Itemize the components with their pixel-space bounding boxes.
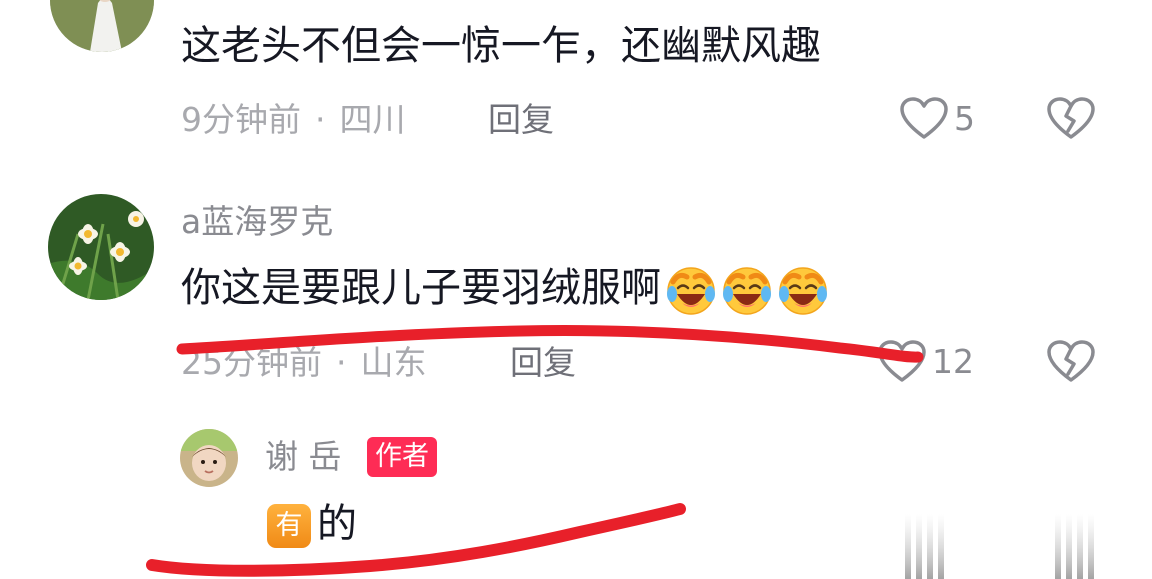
- dislike-button[interactable]: [1047, 97, 1095, 145]
- meta-separator: ·: [315, 100, 326, 139]
- heart-outline-icon: [878, 340, 926, 382]
- heart-outline-icon: [900, 97, 948, 139]
- like-button[interactable]: 5: [900, 97, 975, 141]
- avatar[interactable]: [180, 429, 238, 487]
- meta-separator: ·: [336, 343, 347, 382]
- broken-heart-icon: [1047, 340, 1095, 382]
- emoji-group: [661, 265, 829, 315]
- comment-text-content: 你这是要跟儿子要羽绒服啊: [181, 265, 661, 311]
- comment-text: 你这是要跟儿子要羽绒服啊: [181, 264, 829, 316]
- laughing-crying-emoji-3: [779, 267, 827, 315]
- like-button[interactable]: 12: [878, 340, 974, 384]
- comment-location: 四川: [339, 100, 406, 139]
- reply-username[interactable]: 谢 岳: [265, 437, 342, 477]
- scroll-shadow-decoration: [905, 514, 1094, 579]
- author-badge: 作者: [367, 437, 437, 477]
- broken-heart-icon: [1047, 97, 1095, 139]
- laughing-crying-emoji-1: [667, 267, 715, 315]
- comment-time: 25分钟前: [181, 343, 322, 382]
- daffodil-flower-avatar: [48, 194, 154, 300]
- comment-location: 山东: [360, 343, 427, 382]
- like-count: 5: [954, 99, 975, 138]
- comment-time: 9分钟前: [181, 100, 301, 139]
- like-count: 12: [932, 342, 974, 381]
- comment-meta: 9分钟前 · 四川: [181, 100, 406, 140]
- reply-button[interactable]: 回复: [510, 343, 576, 383]
- laughing-crying-emoji-2: [723, 267, 771, 315]
- comment-text: 这老头不但会一惊一乍，还幽默风趣: [181, 23, 821, 69]
- avatar[interactable]: [48, 194, 154, 300]
- woman-photo-avatar: [50, 0, 154, 52]
- avatar[interactable]: [50, 0, 154, 52]
- comment-meta: 25分钟前 · 山东: [181, 343, 427, 383]
- comment-username[interactable]: a蓝海罗克: [181, 202, 333, 242]
- dislike-button[interactable]: [1047, 340, 1095, 388]
- baby-photo-avatar: [180, 429, 238, 487]
- comment-section: 这老头不但会一惊一乍，还幽默风趣 9分钟前 · 四川 回复 5 a蓝海罗克 你这…: [0, 0, 1152, 579]
- reply-button[interactable]: 回复: [488, 100, 554, 140]
